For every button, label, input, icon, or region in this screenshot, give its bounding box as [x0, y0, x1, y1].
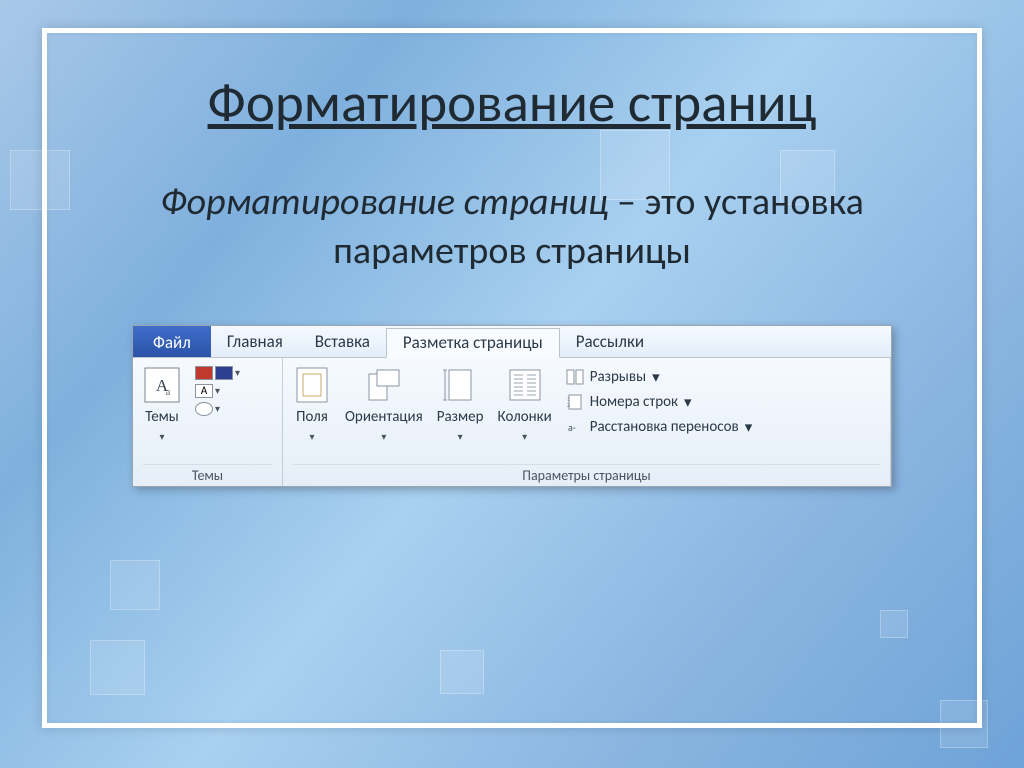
chevron-down-icon: ▾	[745, 418, 753, 437]
tab-mailings[interactable]: Рассылки	[560, 326, 660, 357]
theme-fonts-button[interactable]: A ▾	[195, 384, 240, 398]
svg-text:a-: a-	[568, 421, 576, 434]
line-numbers-icon: 12	[566, 394, 584, 410]
themes-icon: A a	[143, 366, 181, 404]
chevron-down-icon: ▾	[684, 393, 692, 412]
breaks-label: Разрывы	[590, 368, 646, 386]
tab-page-layout[interactable]: Разметка страницы	[386, 328, 560, 358]
line-numbers-button[interactable]: 12 Номера строк ▾	[566, 393, 752, 412]
group-themes: A a Темы ▾ ▾	[133, 358, 283, 486]
theme-colors-button[interactable]: ▾	[195, 366, 240, 380]
ribbon-tabs: Файл Главная Вставка Разметка страницы Р…	[133, 326, 891, 358]
slide-title: Форматирование страниц	[87, 69, 937, 136]
themes-button[interactable]: A a Темы ▾	[143, 364, 181, 443]
group-themes-label: Темы	[143, 464, 272, 484]
hyphenation-label: Расстановка переносов	[590, 418, 739, 436]
theme-effects-button[interactable]: ▾	[195, 402, 240, 416]
slide-frame: Форматирование страниц Форматирование ст…	[42, 28, 982, 728]
line-numbers-label: Номера строк	[590, 393, 678, 411]
margins-label: Поля	[296, 408, 328, 426]
orientation-button[interactable]: Ориентация ▾	[345, 364, 423, 443]
columns-label: Колонки	[498, 408, 552, 426]
svg-text:2: 2	[567, 401, 570, 409]
columns-button[interactable]: Колонки ▾	[498, 364, 552, 443]
chevron-down-icon: ▾	[652, 368, 660, 387]
hyphenation-button[interactable]: a- Расстановка переносов ▾	[566, 418, 752, 437]
chevron-down-icon: ▾	[159, 430, 164, 443]
subtitle-term: Форматирование страниц	[160, 179, 608, 225]
themes-label: Темы	[145, 408, 178, 426]
orientation-label: Ориентация	[345, 408, 423, 426]
group-page-setup: Поля ▾ Ориентация ▾	[283, 358, 891, 486]
ribbon: Файл Главная Вставка Разметка страницы Р…	[132, 325, 892, 487]
margins-button[interactable]: Поля ▾	[293, 364, 331, 443]
chevron-down-icon: ▾	[381, 430, 386, 443]
orientation-icon	[365, 366, 403, 404]
hyphenation-icon: a-	[566, 419, 584, 435]
chevron-down-icon: ▾	[522, 430, 527, 443]
size-icon	[441, 366, 479, 404]
chevron-down-icon: ▾	[309, 430, 314, 443]
slide-subtitle: Форматирование страниц – это установка п…	[87, 178, 937, 277]
tab-file[interactable]: Файл	[133, 326, 211, 357]
size-button[interactable]: Размер ▾	[437, 364, 484, 443]
ribbon-body: A a Темы ▾ ▾	[133, 358, 891, 486]
chevron-down-icon: ▾	[458, 430, 463, 443]
theme-options: ▾ A ▾ ▾	[195, 364, 240, 416]
page-setup-extra: Разрывы ▾ 12 Номера строк ▾ a	[566, 364, 752, 437]
breaks-icon	[566, 369, 584, 385]
svg-text:a: a	[166, 386, 171, 398]
margins-icon	[293, 366, 331, 404]
group-page-setup-label: Параметры страницы	[293, 464, 880, 484]
tab-insert[interactable]: Вставка	[299, 326, 386, 357]
tab-home[interactable]: Главная	[211, 326, 299, 357]
breaks-button[interactable]: Разрывы ▾	[566, 368, 752, 387]
size-label: Размер	[437, 408, 484, 426]
columns-icon	[506, 366, 544, 404]
